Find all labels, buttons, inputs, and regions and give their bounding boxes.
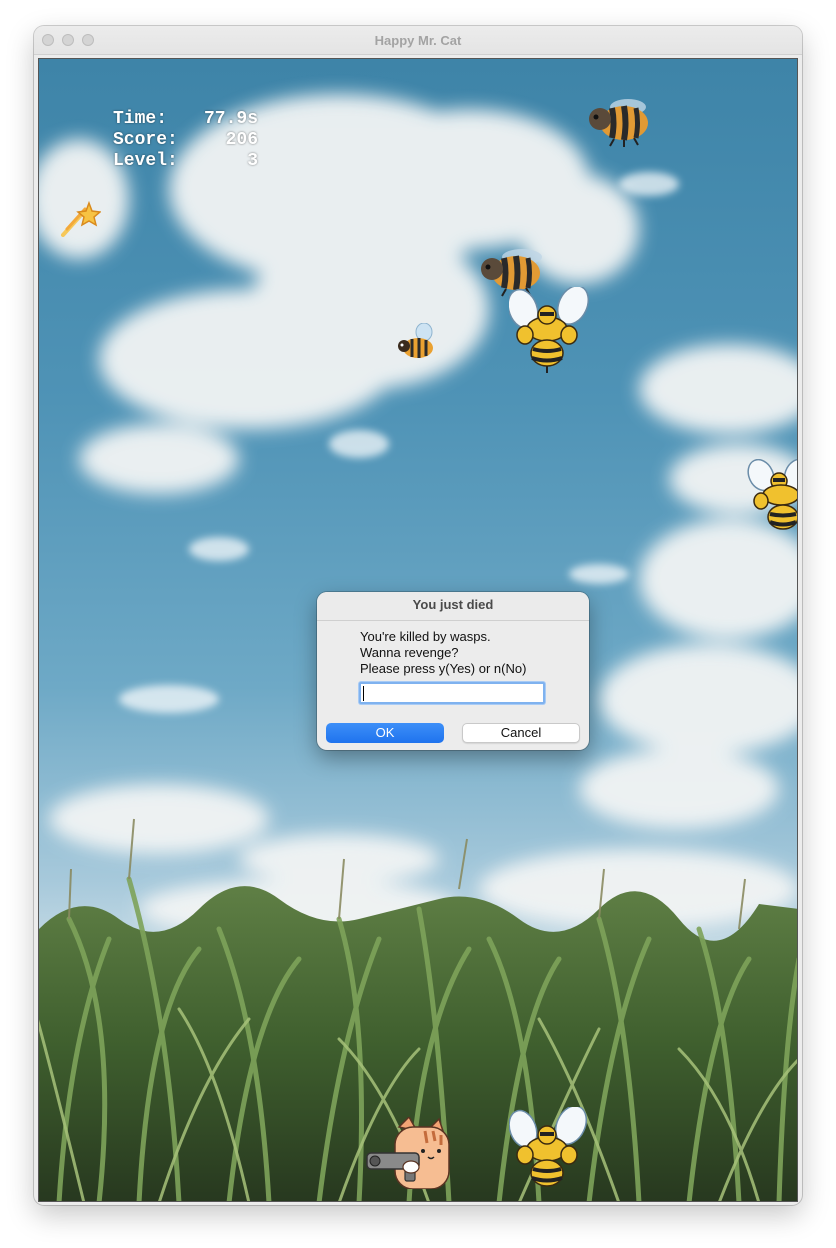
muscle-wasp-icon — [509, 287, 589, 373]
hud-panel: Time: 77.9s Score: 206 Level: 3 — [113, 109, 258, 172]
window-title: Happy Mr. Cat — [374, 33, 462, 48]
cat-with-gun-icon[interactable] — [365, 1117, 451, 1189]
title-bar[interactable]: Happy Mr. Cat — [34, 26, 802, 55]
shooting-star-icon — [61, 201, 101, 237]
muscle-wasp-icon — [747, 459, 797, 530]
bee-icon — [589, 99, 648, 147]
cancel-button[interactable]: Cancel — [462, 723, 580, 743]
ok-button[interactable]: OK — [326, 723, 444, 743]
app-window: Happy Mr. Cat Time: 77.9s Score: 206 Lev… — [34, 26, 802, 1205]
small-bee-icon — [398, 323, 433, 358]
level-label: Level: — [113, 151, 178, 171]
answer-input[interactable] — [359, 682, 545, 704]
dialog-message-line: You're killed by wasps. — [360, 629, 491, 644]
death-dialog: You just died You're killed by wasps. Wa… — [317, 592, 589, 750]
time-label: Time: — [113, 109, 168, 129]
dialog-title: You just died — [317, 592, 589, 621]
dialog-message-line: Wanna revenge? — [360, 645, 459, 660]
hud-score: Score: 206 — [113, 130, 258, 151]
hud-level: Level: 3 — [113, 151, 258, 172]
game-canvas[interactable]: Time: 77.9s Score: 206 Level: 3 You just… — [38, 58, 798, 1202]
muscle-wasp-icon — [509, 1107, 587, 1187]
text-caret — [363, 686, 364, 701]
level-value: 3 — [247, 151, 258, 171]
score-value: 206 — [225, 130, 258, 150]
hud-time: Time: 77.9s — [113, 109, 258, 130]
time-value: 77.9s — [203, 109, 258, 129]
score-label: Score: — [113, 130, 178, 150]
dialog-message-line: Please press y(Yes) or n(No) — [360, 661, 527, 676]
